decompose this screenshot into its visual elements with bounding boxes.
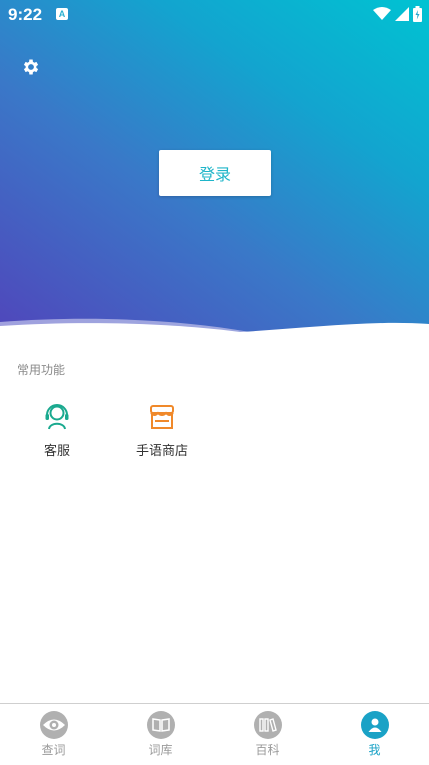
headset-icon <box>45 404 69 430</box>
nav-item-lookup[interactable]: 查词 <box>0 704 107 765</box>
sign-store-item[interactable]: 手语商店 <box>117 402 207 459</box>
battery-icon <box>413 6 422 22</box>
wifi-icon <box>373 7 391 20</box>
sign-store-label: 手语商店 <box>135 444 188 459</box>
gear-icon[interactable] <box>21 57 41 77</box>
bottom-nav: 查词 词库 百科 我 <box>0 703 429 765</box>
nav-item-encyclopedia[interactable]: 百科 <box>214 704 321 765</box>
status-bar: 9:22 A <box>0 0 429 30</box>
header-wave <box>0 318 429 352</box>
nav-label-encyclopedia: 百科 <box>255 743 280 757</box>
eye-icon <box>39 711 68 739</box>
nav-label-lookup: 查词 <box>41 743 66 757</box>
customer-service-item[interactable]: 客服 <box>12 402 102 459</box>
signal-icon <box>395 7 409 21</box>
user-icon <box>360 711 389 739</box>
section-title: 常用功能 <box>17 363 66 377</box>
book-icon <box>146 711 175 739</box>
store-icon <box>150 405 174 429</box>
system-icons <box>373 6 422 22</box>
login-button[interactable]: 登录 <box>159 150 271 196</box>
customer-service-label: 客服 <box>43 444 70 459</box>
nav-label-dictionary: 词库 <box>148 743 173 757</box>
status-time: 9:22 <box>8 5 43 24</box>
library-icon <box>253 711 282 739</box>
nav-item-me[interactable]: 我 <box>321 704 428 765</box>
nav-item-dictionary[interactable]: 词库 <box>107 704 214 765</box>
notification-icon: A <box>56 8 68 20</box>
nav-label-me: 我 <box>368 743 381 757</box>
